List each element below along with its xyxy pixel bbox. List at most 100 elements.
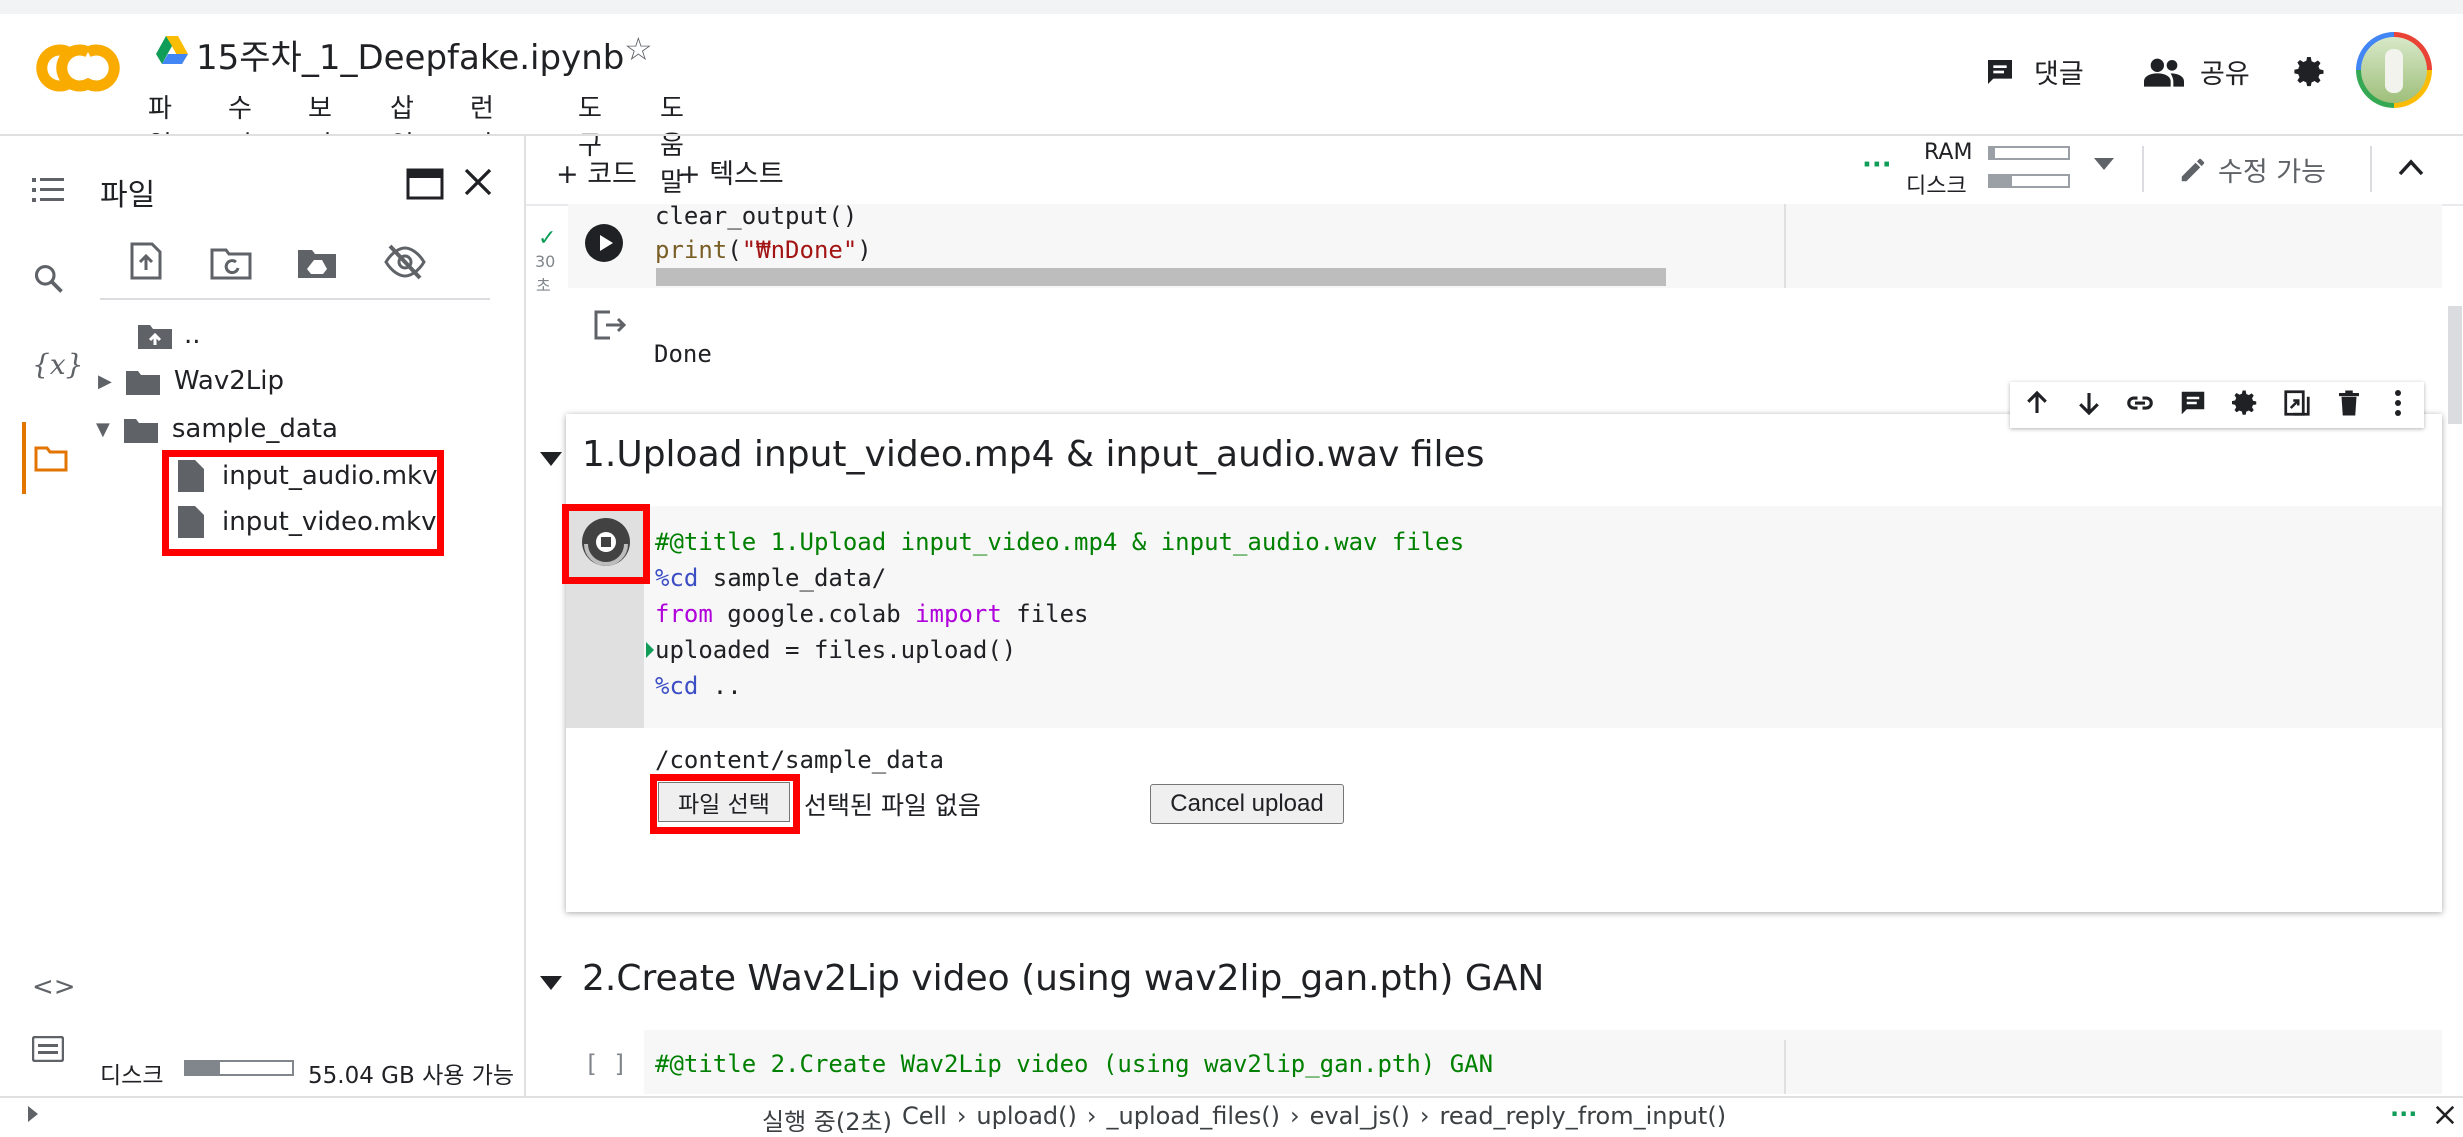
- share-button[interactable]: 공유: [2144, 52, 2250, 91]
- notebook-scrollbar-thumb[interactable]: [2448, 306, 2462, 424]
- refresh-folder-icon[interactable]: [210, 246, 252, 280]
- toc-icon[interactable]: [32, 176, 64, 204]
- search-icon[interactable]: [34, 264, 64, 294]
- add-code-button[interactable]: + 코드: [556, 152, 637, 191]
- section1-collapse-caret[interactable]: [540, 452, 562, 466]
- move-up-icon[interactable]: [2022, 388, 2052, 418]
- prev-cell-exec-unit: 초: [536, 276, 551, 295]
- code-token: ..: [698, 672, 742, 700]
- comments-label: 댓글: [2034, 59, 2084, 90]
- file-panel-title: 파일: [100, 178, 156, 213]
- resources-dropdown-icon[interactable]: [2094, 158, 2114, 170]
- code-token: from: [655, 600, 713, 628]
- toolbar-divider: [2142, 146, 2144, 192]
- highlight-choose-file: [650, 774, 800, 834]
- comments-button[interactable]: 댓글: [1984, 52, 2084, 91]
- ram-bar[interactable]: [1988, 146, 2070, 160]
- folder-rail-icon[interactable]: [34, 444, 68, 472]
- cancel-upload-button[interactable]: Cancel upload: [1150, 784, 1344, 824]
- code-line-3[interactable]: from google.colab import files: [655, 600, 1089, 628]
- code-line-1[interactable]: #@title 1.Upload input_video.mp4 & input…: [655, 528, 1464, 556]
- disk-label: 디스크: [1906, 174, 1967, 199]
- code-token: %cd: [655, 672, 699, 700]
- star-icon[interactable]: ☆: [624, 30, 653, 68]
- current-line-marker: [646, 642, 654, 658]
- code-token: import: [915, 600, 1002, 628]
- prev-cell-run-button-2[interactable]: [585, 224, 623, 262]
- toggle-hidden-files-icon[interactable]: [384, 244, 426, 280]
- colab-logo[interactable]: [36, 38, 120, 98]
- pencil-icon: [2178, 155, 2208, 185]
- code-right-ruler-2: [1784, 1040, 1786, 1094]
- files-rail-active-bar: [22, 422, 26, 494]
- output-path: /content/sample_data: [655, 746, 944, 774]
- user-avatar[interactable]: [2356, 32, 2432, 108]
- sidebar-disk-bar: [184, 1060, 294, 1076]
- code-token: %cd: [655, 564, 699, 592]
- code-token: google.colab: [712, 600, 916, 628]
- prev-cell-check-icon: ✓: [538, 226, 557, 251]
- delete-cell-icon[interactable]: [2334, 388, 2364, 418]
- cancel-upload-label: Cancel upload: [1170, 790, 1324, 817]
- code-snippets-icon[interactable]: <>: [32, 972, 76, 1002]
- notebook-title[interactable]: 15주차_1_Deepfake.ipynb: [196, 30, 624, 79]
- add-text-button[interactable]: + 텍스트: [678, 152, 784, 191]
- code-token: "₩nDone": [741, 236, 858, 264]
- command-palette-icon[interactable]: [32, 1036, 64, 1062]
- settings-gear-icon[interactable]: [2292, 54, 2328, 90]
- code-token: sample_data/: [698, 564, 887, 592]
- prev-cell-output: Done: [654, 340, 712, 368]
- highlight-uploaded-files: [162, 450, 444, 556]
- section1-title: 1.Upload input_video.mp4 & input_audio.w…: [582, 434, 1485, 475]
- cell-settings-icon[interactable]: [2230, 388, 2260, 418]
- mirror-cell-icon[interactable]: [2282, 388, 2312, 418]
- link-icon[interactable]: [2124, 388, 2156, 418]
- tree-label: Wav2Lip: [173, 366, 284, 396]
- section2-collapse-caret[interactable]: [540, 976, 562, 990]
- section2-code-line-1[interactable]: #@title 2.Create Wav2Lip video (using wa…: [655, 1050, 1493, 1078]
- sidebar-disk-label: 디스크: [100, 1063, 164, 1089]
- code-horizontal-scrollbar[interactable]: [656, 268, 1666, 286]
- toolbar-divider-2: [2370, 146, 2372, 192]
- menu-tools[interactable]: 도구: [578, 88, 602, 162]
- file-panel: [86, 136, 526, 1096]
- code-token: print: [655, 236, 728, 264]
- upload-file-icon[interactable]: [130, 242, 162, 280]
- code-line-5[interactable]: %cd ..: [655, 672, 742, 700]
- status-dots: ···: [2390, 1100, 2418, 1128]
- people-icon: [2144, 57, 2184, 87]
- open-in-tab-icon[interactable]: [406, 168, 444, 200]
- status-close-icon[interactable]: [2434, 1104, 2456, 1126]
- tree-folder-wav2lip[interactable]: ▶ Wav2Lip: [98, 366, 284, 396]
- close-panel-icon[interactable]: [462, 166, 494, 198]
- highlight-stop-button: [562, 504, 650, 584]
- disk-bar[interactable]: [1988, 174, 2070, 188]
- prev-code-line-2[interactable]: print("₩nDone"): [655, 236, 872, 264]
- status-expand-caret[interactable]: [28, 1106, 38, 1122]
- variables-icon[interactable]: {x}: [32, 348, 83, 381]
- edit-mode-label: 수정 가능: [2218, 157, 2326, 188]
- caret-right-icon[interactable]: ▶: [98, 371, 112, 392]
- collapse-header-icon[interactable]: [2398, 158, 2424, 176]
- no-file-selected: 선택된 파일 없음: [804, 791, 981, 820]
- edit-mode-button[interactable]: 수정 가능: [2178, 150, 2326, 189]
- section2-title: 2.Create Wav2Lip video (using wav2lip_ga…: [582, 958, 1545, 999]
- code-token: files: [1001, 600, 1089, 628]
- code-line-4[interactable]: uploaded = files.upload(): [655, 636, 1016, 664]
- mount-drive-icon[interactable]: [296, 246, 338, 280]
- prev-code-line-1[interactable]: clear_output(): [655, 202, 857, 230]
- code-line-2[interactable]: %cd sample_data/: [655, 564, 886, 592]
- browser-top-strip: [0, 0, 2463, 14]
- caret-down-icon[interactable]: ▼: [96, 419, 110, 440]
- sidebar-disk-free: 55.04 GB 사용 가능: [308, 1063, 515, 1089]
- folder-icon: [123, 415, 158, 443]
- output-icon[interactable]: [594, 310, 626, 340]
- move-down-icon[interactable]: [2074, 388, 2104, 418]
- file-toolbar-divider: [100, 298, 490, 300]
- tree-parent-dir[interactable]: ..: [138, 320, 201, 350]
- comment-cell-icon[interactable]: [2178, 388, 2208, 418]
- share-label: 공유: [2200, 59, 2250, 90]
- more-options-icon[interactable]: [2392, 388, 2404, 418]
- tree-folder-sample-data[interactable]: ▼ sample_data: [96, 414, 338, 444]
- section2-run-bracket[interactable]: [ ]: [584, 1050, 627, 1078]
